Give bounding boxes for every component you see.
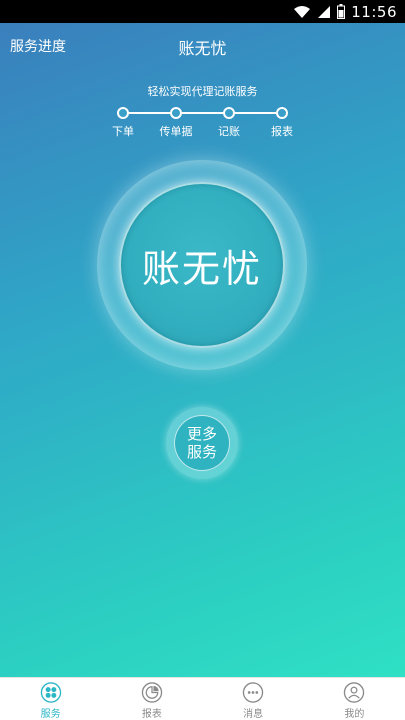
step-dot-2 [170,107,182,119]
tab-service[interactable]: 服务 [0,678,101,720]
chart-icon [141,682,163,703]
header: 服务进度 账无忧 [0,23,405,69]
user-icon [344,682,365,703]
wifi-icon [293,5,311,19]
tab-report-label: 报表 [141,709,162,720]
main-service-label: 账无忧 [119,182,285,348]
tab-report[interactable]: 报表 [101,678,202,720]
signal-icon [317,5,331,19]
more-services-inner: 更多 服务 [174,415,230,471]
progress-steps: 下单 传单据 记账 报表 [112,107,293,139]
step-dot-1 [117,107,129,119]
step-dot-4 [276,107,288,119]
status-bar: 11:56 [0,0,405,23]
step-label-report: 报表 [271,125,293,138]
tab-message-label: 消息 [243,709,264,720]
grid-icon [40,682,61,703]
page-title: 账无忧 [178,39,227,58]
message-icon [242,682,264,703]
bottom-tab-bar: 服务 报表 消息 我的 [0,677,405,720]
main-service-button[interactable]: 账无忧 [97,160,307,370]
more-services-line2: 服务 [186,443,217,461]
steps-line [122,112,282,114]
tab-mine-label: 我的 [344,709,365,720]
tab-mine[interactable]: 我的 [304,678,405,720]
battery-icon [337,4,346,19]
status-time: 11:56 [351,2,397,21]
tab-service-label: 服务 [40,709,61,720]
step-label-upload: 传单据 [159,125,193,138]
step-label-order: 下单 [112,125,134,138]
step-dot-3 [223,107,235,119]
slogan: 轻松实现代理记账服务 [147,85,258,98]
step-label-bookkeeping: 记账 [218,125,240,138]
more-services-line1: 更多 [186,425,217,443]
more-services-button[interactable]: 更多 服务 [166,407,238,479]
tab-message[interactable]: 消息 [203,678,304,720]
main-area: 服务进度 账无忧 轻松实现代理记账服务 下单 传单据 记账 报表 账无忧 更多 … [0,23,405,677]
